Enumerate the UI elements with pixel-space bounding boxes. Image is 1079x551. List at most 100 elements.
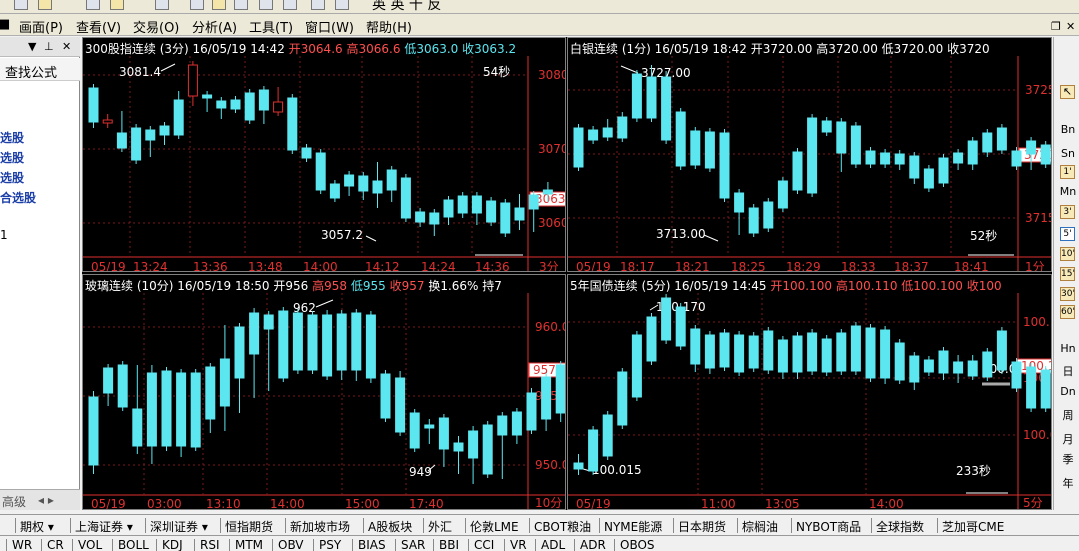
period-button-11[interactable]: Hn [1058,342,1078,355]
market-tab-11[interactable]: 日本期货 [678,518,726,535]
tab-separator [272,539,273,551]
chart-pane-glass[interactable]: 960.0 957.0 955.0 950.0 10分 962 949 05/1… [82,274,566,510]
market-tab-1[interactable]: 期权 ▾ [20,518,54,535]
tool-icon[interactable] [234,0,248,10]
menu-item-view[interactable]: 查看(V) [76,17,121,36]
tab-separator [15,518,16,533]
market-tab-9[interactable]: CBOT粮油 [534,518,591,535]
strategy-item[interactable]: 选股 [0,149,24,166]
indicator-tab-vol[interactable]: VOL [78,538,102,551]
period-button-6[interactable]: 5' [1060,227,1075,241]
tool-icon[interactable] [212,0,226,10]
tool-icon[interactable] [155,0,169,10]
cursor-tool-icon[interactable]: ↖ [1060,85,1075,99]
market-tab-13[interactable]: NYBOT商品 [796,518,861,535]
candle [821,338,832,373]
time-label: 13:36 [193,260,228,272]
indicator-tab-sar[interactable]: SAR [401,538,425,551]
period-button-15[interactable]: 月 [1058,431,1078,447]
close-icon[interactable]: ✕ [62,40,71,53]
period-button-3[interactable]: 1' [1060,165,1075,179]
indicator-tab-psy[interactable]: PSY [319,538,341,551]
tool-icon[interactable] [335,0,349,10]
market-tab-2[interactable]: 上海证券 ▾ [75,518,133,535]
indicator-tab-cci[interactable]: CCI [474,538,494,551]
indicator-tab-boll[interactable]: BOLL [118,538,149,551]
chart-pane-csi300[interactable]: 3080 3070 3063 3060 3分 3081.4 3057.2 54秒… [82,37,566,272]
market-tab-14[interactable]: 全球指数 [876,518,924,535]
strategy-item[interactable]: 选股 [0,169,24,186]
period-button-12[interactable]: 日 [1058,363,1078,379]
tool-icon[interactable] [259,0,273,10]
dropdown-icon[interactable]: ▼ [28,40,36,53]
period-button-14[interactable]: 周 [1058,407,1078,423]
menu-item-help[interactable]: 帮助(H) [366,17,412,36]
tab-separator [72,539,73,551]
period-button-1[interactable]: Bn [1058,123,1078,136]
indicator-tab-adl[interactable]: ADL [541,538,565,551]
indicator-tab-bbi[interactable]: BBI [439,538,459,551]
tool-icon[interactable] [14,0,28,10]
strategy-item[interactable]: 合选股 [0,189,36,206]
menu-item-tools[interactable]: 工具(T) [249,17,293,36]
strategy-item[interactable]: 选股 [0,129,24,146]
indicator-tab-kdj[interactable]: KDJ [162,538,183,551]
indicator-tab-cr[interactable]: CR [47,538,64,551]
market-tab-7[interactable]: 外汇 [428,518,452,535]
indicator-tab-wr[interactable]: WR [12,538,32,551]
candle [380,373,391,419]
tool-icon[interactable] [110,0,124,10]
period-button-8[interactable]: 15' [1060,267,1075,281]
candle [967,140,978,165]
pin-icon[interactable]: ⊥ [44,40,54,53]
market-tab-4[interactable]: 恒指期货 [225,518,273,535]
period-button-16[interactable]: 季 [1058,451,1078,467]
period-button-4[interactable]: Mn [1058,185,1078,198]
indicator-tab-adr[interactable]: ADR [580,538,606,551]
tool-icon[interactable] [38,0,52,10]
period-button-5[interactable]: 3' [1060,205,1075,219]
market-tab-8[interactable]: 伦敦LME [470,518,519,535]
indicator-tab-obv[interactable]: OBV [278,538,304,551]
period-button-2[interactable]: Sn [1058,147,1078,160]
scroll-arrows-icon[interactable]: ◂ ▸ [38,493,54,507]
indicator-tab-mtm[interactable]: MTM [235,538,263,551]
menu-item-window[interactable]: 窗口(W) [305,17,354,36]
candle [263,314,274,330]
indicator-tab-rsi[interactable]: RSI [200,538,220,551]
chart-pane-treasury[interactable]: 100.15 100.11 100.10 100.05 5分 100.170 1… [567,274,1052,510]
time-label: 14:24 [421,260,456,272]
system-menu-icon[interactable]: ■ [0,17,10,32]
chart-pane-silver[interactable]: 3725 3720 3715 1分 3727.00 3713.00 52秒 05… [567,37,1052,272]
market-tab-12[interactable]: 棕榈油 [742,518,778,535]
period-button-17[interactable]: 年 [1058,475,1078,491]
candle [646,316,657,362]
advanced-tab[interactable]: 高级 [2,493,26,510]
indicator-tab-vr[interactable]: VR [510,538,527,551]
close-icon[interactable]: ✕ [1066,20,1075,33]
menu-item-analysis[interactable]: 分析(A) [192,17,237,36]
time-label: 05/19 [576,497,611,510]
market-tab-10[interactable]: NYME能源 [604,518,662,535]
menu-item-view-screen[interactable]: 画面(P) [19,17,63,36]
tool-icon[interactable] [190,0,204,10]
indicator-tab-obos[interactable]: OBOS [620,538,655,551]
restore-icon[interactable]: ❐ [1051,20,1061,33]
market-tab-3[interactable]: 深圳证券 ▾ [150,518,208,535]
market-tab-5[interactable]: 新加坡市场 [290,518,350,535]
period-button-10[interactable]: 60' [1060,305,1075,319]
tool-icon[interactable] [86,0,100,10]
period-button-9[interactable]: 30' [1060,287,1075,301]
indicator-tab-bias[interactable]: BIAS [358,538,386,551]
tool-icon[interactable] [283,0,297,10]
period-button-13[interactable]: Dn [1058,385,1078,398]
period-button-7[interactable]: 10' [1060,247,1075,261]
market-tab-15[interactable]: 芝加哥CME [942,518,1004,535]
tool-icon[interactable] [311,0,325,10]
candle [471,195,482,214]
find-formula-button[interactable]: 查找公式 [0,58,80,81]
market-tab-6[interactable]: A股板块 [368,518,412,535]
menu-item-trade[interactable]: 交易(O) [133,17,179,36]
list-item[interactable]: 1 [0,228,8,242]
formula-panel: ▼ ⊥ ✕ 查找公式 选股 选股 选股 合选股 1 高级 ◂ ▸ [0,37,80,510]
